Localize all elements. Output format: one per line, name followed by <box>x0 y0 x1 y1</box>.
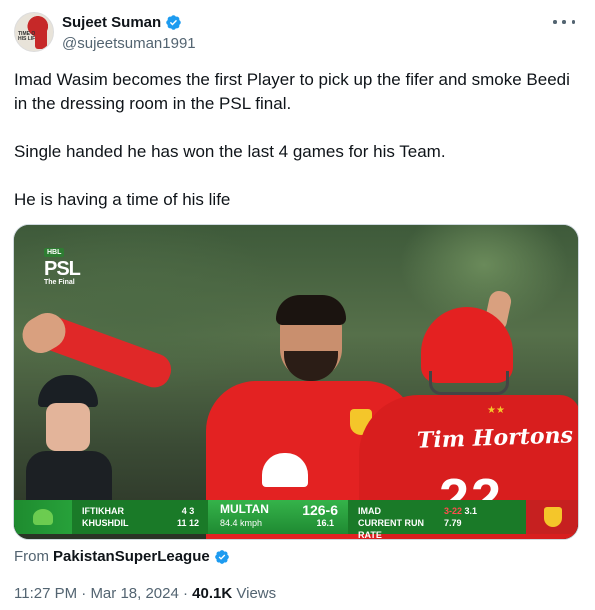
team-score: 126-6 <box>302 502 338 518</box>
bowling-team-logo-icon <box>526 500 578 534</box>
ball-speed: 84.4 kmph <box>220 518 263 528</box>
tweet-paragraph: Imad Wasim becomes the first Player to p… <box>14 70 570 113</box>
batting-team-logo-icon <box>14 500 72 534</box>
tweet-time[interactable]: 11:27 PM <box>14 585 77 602</box>
bowler-panel: IMAD CURRENT RUN RATE <box>348 500 444 539</box>
tweet-text: Imad Wasim becomes the first Player to p… <box>14 68 574 236</box>
views-count: 40.1K <box>192 585 233 602</box>
author-handle[interactable]: @sujeetsuman1991 <box>62 35 196 52</box>
source-prefix: From <box>14 548 49 565</box>
jersey-sponsor: Tim Hortons <box>416 422 574 454</box>
author-display-name[interactable]: Sujeet Suman <box>62 14 161 31</box>
batting-team: MULTAN <box>220 502 269 516</box>
more-options-icon[interactable] <box>553 14 575 30</box>
tweet-meta: 11:27 PM · Mar 18, 2024 · 40.1K Views <box>14 585 277 602</box>
verified-badge-icon[interactable] <box>214 549 230 565</box>
tweet-paragraph: He is having a time of his life <box>14 190 231 209</box>
psl-broadcast-logo: HBL PSL The Final <box>44 248 81 286</box>
batter-scores: 4 3 11 12 <box>168 500 208 534</box>
batter-name: IFTIKHAR <box>82 506 124 516</box>
verified-badge-icon[interactable] <box>165 14 182 31</box>
source-account-link[interactable]: PakistanSuperLeague <box>53 548 210 565</box>
bowler-name: IMAD <box>358 506 381 516</box>
media-source: From PakistanSuperLeague <box>14 548 230 565</box>
avatar-figure <box>35 19 47 49</box>
bowler-figures: 3-22 3.1 7.79 <box>444 500 526 534</box>
run-rate-label: CURRENT RUN RATE <box>358 518 424 540</box>
batter-name: KHUSHDIL <box>82 518 129 528</box>
team-score-panel: MULTAN 126-6 84.4 kmph 16.1 <box>208 500 348 534</box>
author-avatar[interactable]: TIME OF HIS LIFE <box>14 12 54 52</box>
overs: 16.1 <box>316 518 334 528</box>
tweet-date[interactable]: Mar 18, 2024 <box>90 585 178 602</box>
umpire-figure <box>26 375 112 531</box>
run-rate: 7.79 <box>444 518 462 528</box>
views-label: Views <box>236 585 277 602</box>
tweet-paragraph: Single handed he has won the last 4 game… <box>14 142 446 161</box>
scoreboard: IFTIKHAR KHUSHDIL 4 3 11 12 MULTAN 126-6… <box>14 500 578 539</box>
batters: IFTIKHAR KHUSHDIL <box>72 500 168 534</box>
tweet-media-image[interactable]: HBL PSL The Final ★★ Tim Hortons 22 IFTI… <box>13 224 579 540</box>
author-name-row: Sujeet Suman <box>62 14 182 31</box>
